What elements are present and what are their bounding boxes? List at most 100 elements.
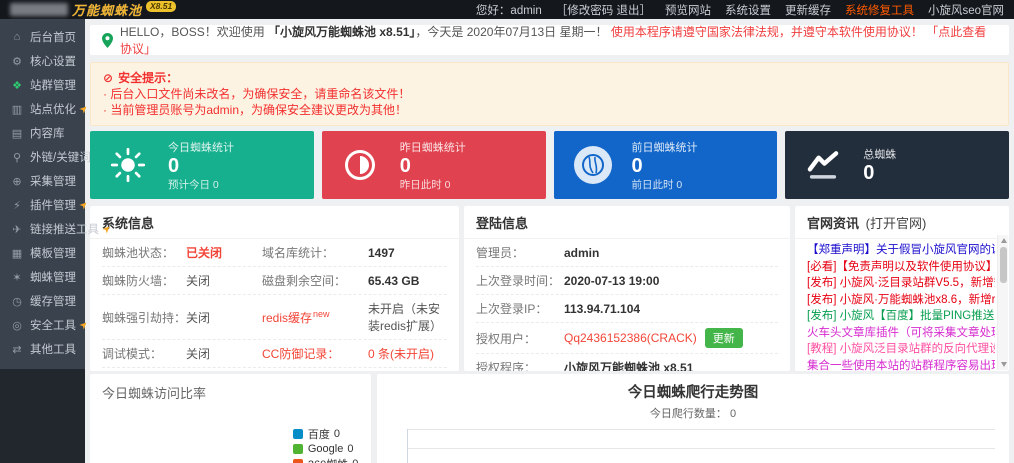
sidebar-item[interactable]: ◎ 安全工具 ➤ (0, 313, 91, 337)
legend-label: 360蜘蛛 (308, 456, 348, 463)
sidebar-item-icon: ⚡ (13, 199, 21, 212)
info-value: 关闭 (186, 274, 211, 288)
legend-value: 0 (352, 458, 358, 463)
stat-card-title: 前日蜘蛛统计 (631, 141, 698, 154)
info-label: 授权用户： (476, 331, 537, 346)
stat-card-today: 今日蜘蛛统计 0 预计今日 0 (90, 131, 314, 199)
info-label-cell: CC防御记录： (262, 345, 368, 362)
sidebar-item-label: 采集管理 (30, 176, 76, 188)
sidebar-item-icon: ✶ (12, 271, 22, 284)
app-logo: 万能蜘蛛池 X8.51 (10, 0, 177, 19)
system-info-row: IP黑名单： 关闭 UA黑名单： 关闭 (102, 368, 447, 371)
news-link[interactable]: [发布] 小旋风·泛目录站群V5.5，新增安全和系统修复工具等 (807, 275, 995, 292)
info-value-cell: 113.94.71.104 (564, 302, 778, 316)
info-value: 1497 (368, 245, 395, 260)
info-value: Qq2436152386(CRACK) (564, 331, 697, 345)
welcome-bar: HELLO，BOSS！欢迎使用 「小旋风万能蜘蛛池 x8.51」，今天是 202… (90, 25, 1009, 56)
info-label: CC防御记录： (262, 347, 340, 361)
line-chart-panel: 今日蜘蛛爬行走势图 今日爬行数量： 0 0 0 (377, 374, 1009, 463)
sidebar-item[interactable]: ◷ 缓存管理 (0, 289, 85, 313)
stat-card-value: 0 (399, 154, 411, 177)
pie-chart-panel: 今日蜘蛛访问比率 百度 0 Google 0 (90, 374, 371, 463)
scrollbar-thumb[interactable] (999, 247, 1007, 283)
sidebar-item[interactable]: ✶ 蜘蛛管理 (0, 265, 85, 289)
info-label: redis缓存 (262, 310, 313, 325)
update-button[interactable]: 更新 (704, 328, 743, 348)
sidebar-item-icon: ⊕ (12, 175, 22, 188)
sidebar-item-label: 插件管理 (30, 200, 76, 212)
line-chart-plot: 0 0 (407, 429, 995, 463)
legend-value: 0 (347, 442, 354, 455)
legend-item[interactable]: 百度 0 (292, 426, 362, 441)
info-value: 关闭 (186, 347, 211, 361)
news-list: 【郑重声明】关于假冒小旋风官网的说明和声明 [必看]【免责声明以及软件使用协议】… (795, 239, 1009, 371)
subtitle-value: 0 (729, 408, 737, 420)
sidebar-item[interactable]: ⌂ 后台首页 (0, 25, 85, 49)
news-link[interactable]: [教程] 小旋风泛目录站群的反向代理设置方法 (807, 341, 995, 358)
sidebar-item[interactable]: ⇄ 其他工具 (0, 337, 85, 361)
system-info-title: 系统信息 (90, 206, 459, 239)
stat-card-body: 总蜘蛛 0 (863, 146, 896, 184)
sidebar-item[interactable]: ⚲ 外链/关键词 (0, 145, 91, 169)
topnav-link[interactable]: 预览网站 (665, 2, 711, 18)
open-official-site-link[interactable]: (打开官网) (866, 216, 927, 231)
stat-card-value: 0 (631, 154, 643, 177)
legend-item[interactable]: 360蜘蛛 0 (292, 456, 362, 463)
sidebar-item[interactable]: ▦ 模板管理 (0, 241, 85, 265)
logo-blur-censored (10, 3, 68, 16)
sidebar-item-icon: ✈ (12, 223, 22, 236)
sidebar-item-label: 蜘蛛管理 (30, 272, 76, 284)
scroll-up-icon[interactable] (1000, 238, 1007, 243)
sidebar-item[interactable]: ⚙ 核心设置 (0, 49, 85, 73)
stat-card-title: 昨日蜘蛛统计 (399, 141, 466, 154)
sidebar-item-icon: ⚙ (12, 55, 22, 68)
scroll-down-icon[interactable] (1000, 362, 1007, 367)
sidebar-item-label: 站群管理 (30, 80, 76, 92)
sidebar-item-label: 内容库 (30, 128, 65, 140)
news-link[interactable]: 集合一些使用本站的站群程序容易出现的问题和解决方法 (807, 358, 995, 372)
welcome-date: ，今天是 2020年07月13日 星期一！ (415, 25, 608, 39)
sidebar-item-icon: ◷ (12, 295, 22, 308)
info-value: 小旋风万能蜘蛛池 x8.51 (564, 361, 694, 371)
scrollbar[interactable] (997, 235, 1008, 370)
topnav-link[interactable]: 系统设置 (725, 2, 771, 18)
sidebar-item-icon: ⌂ (13, 31, 21, 43)
stat-card-title: 总蜘蛛 (863, 149, 897, 161)
topnav-link[interactable]: 小旋风seo官网 (928, 2, 1004, 18)
legend-label: Google (307, 442, 344, 455)
info-value-cell: 小旋风万能蜘蛛池 x8.51 (564, 359, 778, 371)
sidebar-item-icon: ▥ (11, 103, 23, 116)
news-link[interactable]: 火车头文章库插件（可将采集文章处理成小旋风支持的格式） (807, 325, 995, 342)
topnav-link[interactable]: 系统修复工具 (845, 2, 914, 18)
news-link[interactable]: 【郑重声明】关于假冒小旋风官网的说明和声明 (807, 242, 995, 259)
stat-card-title: 今日蜘蛛统计 (168, 141, 234, 154)
sidebar-item[interactable]: ✈ 链接推送工具 ➤ (0, 217, 114, 241)
info-label: 蜘蛛防火墙： (102, 274, 175, 288)
sidebar-item-icon: ◎ (12, 319, 22, 332)
sidebar-item-label: 其他工具 (30, 344, 76, 356)
stat-card-subtext: 昨日此时 0 (399, 178, 451, 191)
system-info-row: 蜘蛛池状态： 已关闭 域名库统计： 1497 (102, 239, 447, 267)
news-link[interactable]: [必看]【免责声明以及软件使用协议】 (807, 259, 995, 276)
news-link[interactable]: [发布] 小旋风【百度】批量PING推送工具v3(日推送量百万) (807, 308, 995, 325)
news-title-text: 官网资讯 (807, 216, 860, 231)
news-link[interactable]: [发布] 小旋风·万能蜘蛛池x8.6，新增redis缓存以及多项功能 (807, 292, 995, 309)
info-label: 管理员： (476, 246, 525, 260)
stat-card-body: 前日蜘蛛统计 0 前日此时 0 (632, 139, 698, 192)
stat-card-day-before: 前日蜘蛛统计 0 前日此时 0 (553, 131, 778, 199)
info-label: 域名库统计： (262, 246, 335, 260)
info-label-cell: 域名库统计： (262, 244, 368, 261)
main-content: HELLO，BOSS！欢迎使用 「小旋风万能蜘蛛池 x8.51」，今天是 202… (85, 19, 1014, 463)
sidebar-item[interactable]: ⚡ 插件管理 ➤ (0, 193, 91, 217)
sidebar-item[interactable]: ▥ 站点优化 ➤ (0, 97, 91, 121)
sidebar-item[interactable]: ❖ 站群管理 (0, 73, 85, 97)
topnav-link[interactable]: 更新缓存 (785, 2, 831, 18)
info-value-cell: Qq2436152386(CRACK) 更新 (564, 328, 778, 348)
info-label: 调试模式： (102, 347, 163, 361)
sidebar-item[interactable]: ▤ 内容库 (0, 121, 85, 145)
legend-item[interactable]: Google 0 (292, 441, 362, 456)
sidebar-item[interactable]: ⊕ 采集管理 (0, 169, 85, 193)
account-links[interactable]: ［修改密码 退出］ (556, 2, 651, 18)
news-panel: 官网资讯 (打开官网) 【郑重声明】关于假冒小旋风官网的说明和声明 [必看]【免… (795, 206, 1009, 371)
topnav: 您好：admin ［修改密码 退出］ 预览网站 系统设置 更新缓存 系统修复工具 小旋风… (476, 2, 1004, 18)
